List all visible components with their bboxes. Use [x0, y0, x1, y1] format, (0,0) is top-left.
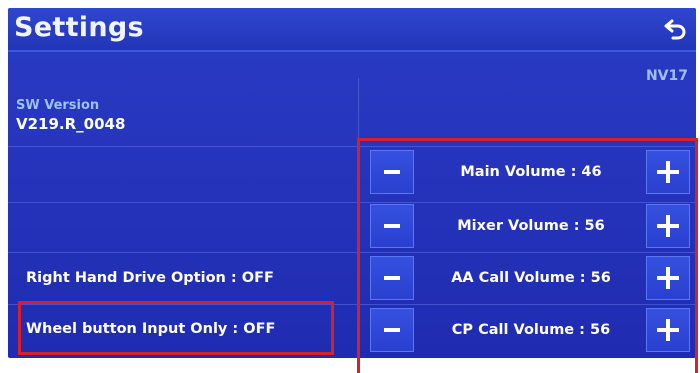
- minus-icon: [384, 276, 400, 280]
- row-divider: [8, 252, 696, 253]
- row-divider: [8, 202, 696, 203]
- mixer-volume-row: Mixer Volume : 56: [370, 204, 694, 248]
- plus-icon: [657, 215, 679, 237]
- main-volume-increase-button[interactable]: [646, 150, 690, 194]
- right-hand-drive-option[interactable]: Right Hand Drive Option : OFF: [26, 258, 346, 298]
- main-volume-label: Main Volume : 46: [460, 164, 602, 180]
- main-volume-decrease-button[interactable]: [370, 150, 414, 194]
- settings-screen: Settings NV17 SW Version V219.R_0048 Rig…: [8, 8, 696, 358]
- mixer-volume-decrease-button[interactable]: [370, 204, 414, 248]
- plus-icon: [657, 267, 679, 289]
- aa-call-volume-increase-button[interactable]: [646, 256, 690, 300]
- aa-call-volume-row: AA Call Volume : 56: [370, 256, 694, 300]
- cp-call-volume-decrease-button[interactable]: [370, 308, 414, 352]
- cp-call-volume-label: CP Call Volume : 56: [451, 322, 611, 338]
- model-label: NV17: [645, 68, 688, 84]
- sw-version-value: V219.R_0048: [16, 115, 126, 133]
- wheel-button-input-option[interactable]: Wheel button Input Only : OFF: [26, 309, 346, 349]
- mixer-volume-label: Mixer Volume : 56: [457, 218, 605, 234]
- column-divider: [358, 78, 359, 358]
- aa-call-volume-decrease-button[interactable]: [370, 256, 414, 300]
- sw-version-label: SW Version: [16, 98, 100, 113]
- plus-icon: [657, 319, 679, 341]
- minus-icon: [384, 328, 400, 332]
- cp-call-volume-row: CP Call Volume : 56: [370, 308, 694, 352]
- page-title: Settings: [14, 12, 144, 43]
- title-bar: Settings: [8, 8, 696, 52]
- back-button[interactable]: [660, 14, 690, 44]
- minus-icon: [384, 170, 400, 174]
- mixer-volume-increase-button[interactable]: [646, 204, 690, 248]
- plus-icon: [657, 161, 679, 183]
- minus-icon: [384, 224, 400, 228]
- row-divider: [8, 146, 696, 147]
- sw-version: SW Version V219.R_0048: [16, 98, 125, 133]
- aa-call-volume-label: AA Call Volume : 56: [451, 270, 611, 286]
- row-divider: [8, 304, 696, 305]
- main-volume-row: Main Volume : 46: [370, 150, 694, 194]
- cp-call-volume-increase-button[interactable]: [646, 308, 690, 352]
- back-arrow-icon: [664, 19, 686, 40]
